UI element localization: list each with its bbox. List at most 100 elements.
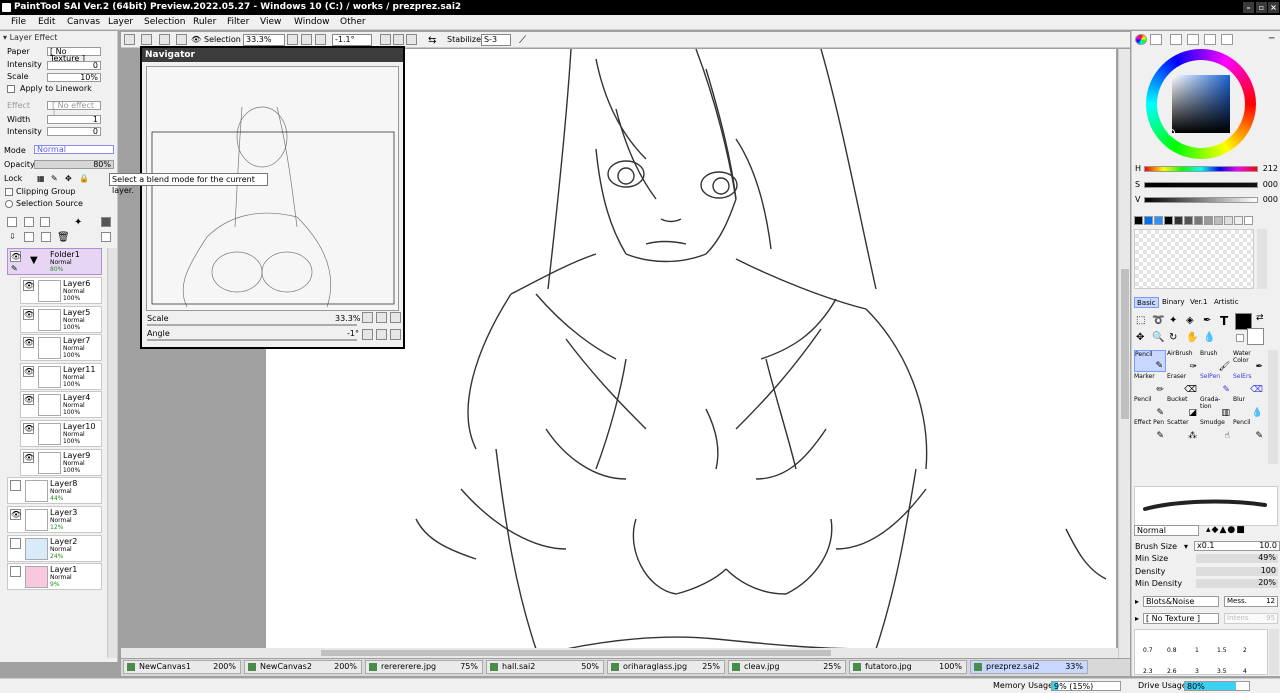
tool-selpen[interactable]: SelPen ✎ — [1200, 373, 1232, 395]
brush-texture-expander-icon[interactable]: ▸ — [1135, 614, 1139, 623]
rotate-left-icon[interactable] — [380, 34, 391, 45]
background-color[interactable] — [1247, 328, 1264, 345]
opacity-slider[interactable]: 80% — [34, 160, 114, 169]
min-size-slider[interactable]: 49% — [1196, 554, 1278, 563]
tool-brush[interactable]: Brush 🖌 — [1200, 350, 1232, 372]
tab-hall[interactable]: hall.sai2 50% — [486, 660, 604, 674]
value-slider[interactable] — [1144, 197, 1258, 203]
lock-transparency-icon[interactable]: ▦ — [37, 174, 45, 183]
tool-bucket[interactable]: Bucket ◪ — [1167, 396, 1199, 418]
swatch-gray-4[interactable] — [1214, 216, 1223, 225]
navigator-rotate-right-icon[interactable] — [376, 329, 387, 340]
tool-marker[interactable]: Marker ✏ — [1134, 373, 1166, 395]
tool-water-color[interactable]: Water Color ✒ — [1233, 350, 1265, 372]
layer-settings-icon[interactable]: ✦ — [74, 217, 84, 228]
rotate-right-icon[interactable] — [393, 34, 404, 45]
lasso-select-icon[interactable]: ➰ — [1152, 315, 1164, 326]
close-icon[interactable]: × — [1268, 2, 1279, 13]
lock-move-icon[interactable]: ✥ — [65, 174, 72, 183]
brush-shape-expander-icon[interactable]: ▸ — [1135, 597, 1139, 606]
lock-paint-icon[interactable]: ✎ — [51, 174, 58, 183]
canvas-horizontal-scrollbar[interactable] — [121, 648, 1118, 658]
layer-row[interactable]: 👁 Layer5 Normal 100% — [20, 306, 102, 333]
color-mixer-tab-icon[interactable] — [1187, 34, 1199, 45]
apply-mask-icon[interactable] — [101, 232, 111, 242]
layer-effect-header[interactable]: ▾ Layer Effect — [3, 33, 57, 42]
layer-row[interactable]: Layer8 Normal 44% — [7, 477, 102, 504]
menu-ruler[interactable]: Ruler — [193, 17, 216, 27]
tool-pencil-3[interactable]: Pencil ✎ — [1233, 419, 1265, 441]
layer-mask-icon[interactable] — [101, 217, 111, 227]
new-layer-icon[interactable] — [7, 217, 17, 227]
navigator-angle-slider[interactable] — [147, 339, 357, 341]
zoom-reset-icon[interactable] — [315, 34, 326, 45]
canvas-vertical-scrollbar[interactable] — [1118, 49, 1130, 658]
visibility-eye-icon[interactable] — [10, 480, 21, 491]
transfer-down-icon[interactable]: ⇩ — [9, 232, 19, 242]
swatch-lightblue[interactable] — [1154, 216, 1163, 225]
layer-row[interactable]: 👁 Layer7 Normal 100% — [20, 334, 102, 361]
brush-blend-mode-select[interactable]: Normal — [1134, 525, 1199, 536]
move-tool-icon[interactable]: ✥ — [1136, 332, 1144, 343]
brush-texture-select[interactable]: [ No Texture ] — [1143, 613, 1219, 624]
scratchpad-scrollbar[interactable] — [1257, 229, 1267, 289]
minimize-icon[interactable]: – — [1243, 2, 1254, 13]
swatch-black[interactable] — [1134, 216, 1143, 225]
hand-tool-icon[interactable]: ✋ — [1186, 332, 1198, 343]
undo-icon[interactable] — [124, 34, 135, 45]
visibility-eye-icon[interactable]: 👁 — [23, 366, 34, 377]
brush-presets-scrollbar[interactable] — [1269, 629, 1279, 675]
brush-size-multiplier-icon[interactable]: ▾ — [1184, 542, 1188, 551]
new-folder-icon[interactable] — [40, 217, 50, 227]
swatch-gray-1[interactable] — [1184, 216, 1193, 225]
intensity2-slider[interactable]: 0 — [47, 127, 101, 136]
navigator-window[interactable]: Navigator Scale 33.3% Angle -1° — [140, 46, 405, 349]
navigator-rotate-left-icon[interactable] — [362, 329, 373, 340]
sv-cursor[interactable] — [1168, 129, 1175, 136]
zoom-in-icon[interactable] — [301, 34, 312, 45]
pen-select-icon[interactable]: ✒ — [1203, 315, 1211, 326]
menu-other[interactable]: Other — [340, 17, 366, 27]
sv-square[interactable] — [1172, 75, 1230, 133]
menu-file[interactable]: File — [11, 17, 26, 27]
visibility-eye-icon[interactable]: 👁 — [10, 509, 21, 520]
redo-icon[interactable] — [141, 34, 152, 45]
flip-icon[interactable]: ⇆ — [428, 35, 436, 46]
visibility-eye-icon[interactable]: 👁 — [10, 251, 21, 262]
swatch-gray-5[interactable] — [1224, 216, 1233, 225]
rotate-reset-icon[interactable] — [406, 34, 417, 45]
navigator-zoom-out-icon[interactable] — [362, 312, 373, 323]
tab-newcanvas2[interactable]: NewCanvas2 200% — [244, 660, 362, 674]
layer-row[interactable]: 👁 Layer4 Normal 100% — [20, 391, 102, 418]
swatch-black-2[interactable] — [1164, 216, 1173, 225]
density-slider[interactable]: 100 — [1196, 567, 1278, 576]
clear-layer-icon[interactable] — [41, 232, 51, 242]
layer-row[interactable]: Layer1 Normal 9% — [7, 563, 102, 590]
color-wheel-tab-icon[interactable] — [1135, 34, 1147, 45]
brush-size-slider[interactable]: x0.1 10.0 — [1194, 541, 1280, 551]
swatch-gray-3[interactable] — [1204, 216, 1213, 225]
tab-cleav[interactable]: cleav.jpg 25% — [728, 660, 846, 674]
visibility-eye-icon[interactable] — [10, 538, 21, 549]
brush-texture-intensity[interactable]: Intens 95 — [1224, 613, 1278, 624]
hsv-slider-tab-icon[interactable] — [1170, 34, 1182, 45]
stabilizer-select[interactable]: S-3 — [481, 34, 511, 46]
navigator-rotate-reset-icon[interactable] — [390, 329, 401, 340]
menu-window[interactable]: Window — [294, 17, 330, 27]
rectangle-select-icon[interactable]: ⬚ — [1136, 315, 1145, 326]
swatch-blue[interactable] — [1144, 216, 1153, 225]
visibility-eye-icon[interactable]: 👁 — [23, 394, 34, 405]
navigator-scale-slider[interactable] — [147, 324, 357, 326]
width-slider[interactable]: 1 — [47, 115, 101, 124]
visibility-eye-icon[interactable]: 👁 — [23, 452, 34, 463]
swatch-darkgray[interactable] — [1174, 216, 1183, 225]
tab-prezprez[interactable]: prezprez.sai2 33% — [970, 660, 1088, 674]
swatches-tab-icon[interactable] — [1204, 34, 1216, 45]
visibility-eye-icon[interactable] — [10, 566, 21, 577]
menu-edit[interactable]: Edit — [38, 17, 55, 27]
tool-scatter[interactable]: Scatter ⁂ — [1167, 419, 1199, 441]
zoom-select[interactable]: 33.3% — [243, 34, 285, 46]
color-wheel[interactable] — [1146, 49, 1256, 159]
selection-visibility-icon[interactable]: 👁 — [191, 35, 201, 44]
horizontal-scroll-thumb[interactable] — [321, 650, 831, 656]
